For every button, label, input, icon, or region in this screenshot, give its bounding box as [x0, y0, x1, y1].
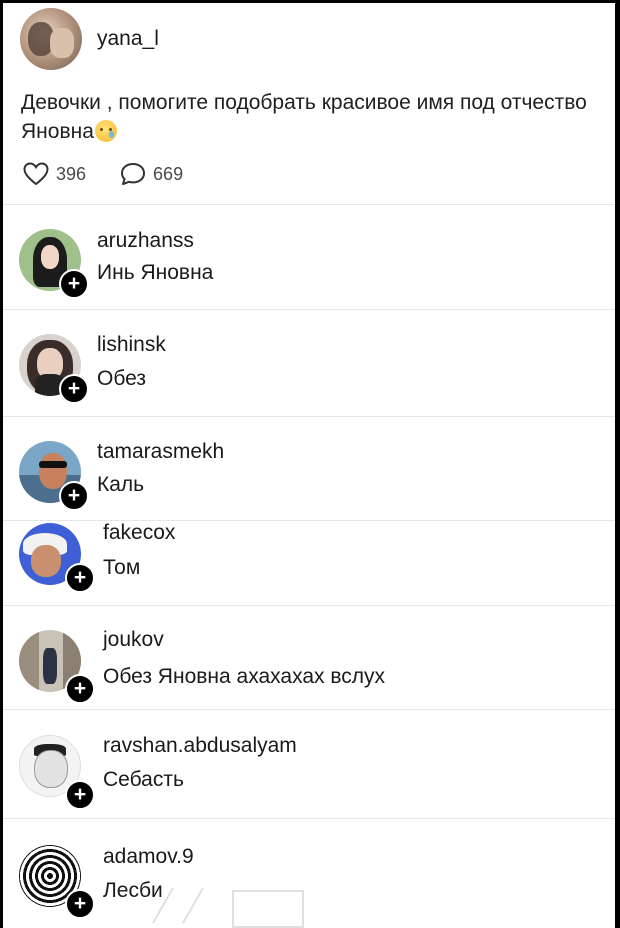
commenter-username[interactable]: joukov — [103, 628, 164, 652]
commenter-username[interactable]: ravshan.abdusalyam — [103, 734, 297, 758]
thread-page: yana_l Девочки , помогите подобрать крас… — [3, 3, 615, 928]
follow-plus-icon[interactable]: + — [65, 674, 95, 704]
post-text: Девочки , помогите подобрать красивое им… — [21, 88, 601, 146]
comment-text: Инь Яновна — [97, 261, 214, 284]
comment-item: + tamarasmekh Каль — [3, 417, 615, 520]
reply-count: 669 — [153, 163, 184, 184]
follow-plus-icon[interactable]: + — [65, 889, 95, 919]
comment-item: + fakecox Том — [3, 521, 615, 605]
crying-face-emoji-icon — [94, 120, 117, 142]
original-post: yana_l Девочки , помогите подобрать крас… — [3, 3, 615, 204]
follow-plus-icon[interactable]: + — [59, 481, 89, 511]
post-author-avatar[interactable] — [20, 8, 82, 70]
comment-text: Каль — [97, 473, 145, 496]
reply-button[interactable]: 669 — [120, 162, 183, 186]
heart-icon — [23, 162, 49, 186]
follow-plus-icon[interactable]: + — [65, 780, 95, 810]
commenter-username[interactable]: aruzhanss — [97, 229, 194, 253]
avatar-photo-shape — [50, 28, 74, 58]
follow-plus-icon[interactable]: + — [59, 374, 89, 404]
commenter-username[interactable]: tamarasmekh — [97, 440, 224, 464]
comment-item: + aruzhanss Инь Яновна — [3, 205, 615, 309]
like-button[interactable]: 396 — [23, 162, 86, 186]
follow-plus-icon[interactable]: + — [59, 269, 89, 299]
speech-bubble-icon — [121, 163, 146, 185]
comment-text: Том — [103, 556, 141, 579]
watermark-graphic — [152, 887, 304, 928]
commenter-username[interactable]: lishinsk — [97, 333, 166, 357]
comment-item: + lishinsk Обез — [3, 310, 615, 416]
comment-item: + joukov Обез Яновна ахахахах вслух — [3, 606, 615, 709]
post-actions: 396 669 — [23, 161, 217, 187]
comment-text: Обез — [97, 367, 146, 390]
commenter-username[interactable]: adamov.9 — [103, 845, 194, 869]
comment-text: Себасть — [103, 768, 184, 791]
like-count: 396 — [56, 163, 87, 184]
comment-item: + ravshan.abdusalyam Себасть — [3, 710, 615, 818]
post-author-username[interactable]: yana_l — [97, 27, 159, 51]
commenter-username[interactable]: fakecox — [103, 521, 175, 545]
comment-text: Обез Яновна ахахахах вслух — [103, 665, 386, 688]
follow-plus-icon[interactable]: + — [65, 563, 95, 593]
